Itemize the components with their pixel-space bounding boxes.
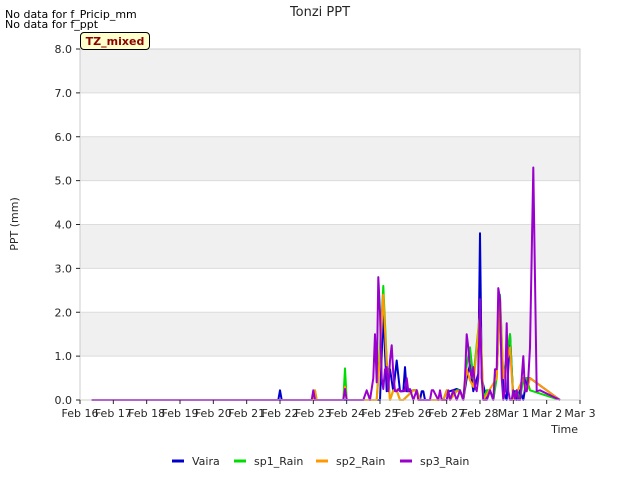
x-tick-label: Feb 21 bbox=[228, 407, 265, 420]
x-tick-label: Feb 23 bbox=[295, 407, 332, 420]
plot-band bbox=[80, 180, 580, 225]
chart-canvas: 0.01.02.03.04.05.06.07.08.0Feb 16Feb 17F… bbox=[8, 5, 596, 468]
x-tick-label: Feb 20 bbox=[195, 407, 232, 420]
legend-label: sp1_Rain bbox=[254, 455, 303, 468]
x-tick-label: Feb 27 bbox=[428, 407, 465, 420]
x-tick-label: Feb 18 bbox=[128, 407, 165, 420]
timezone-badge: TZ_mixed bbox=[80, 32, 150, 50]
x-tick-label: Feb 19 bbox=[162, 407, 199, 420]
plot-band bbox=[80, 224, 580, 269]
plot-band bbox=[80, 312, 580, 357]
y-tick-label: 7.0 bbox=[55, 87, 73, 100]
y-tick-label: 3.0 bbox=[55, 262, 73, 275]
x-tick-label: Feb 25 bbox=[362, 407, 399, 420]
x-tick-label: Feb 17 bbox=[95, 407, 132, 420]
x-tick-label: Feb 24 bbox=[328, 407, 365, 420]
y-tick-label: 8.0 bbox=[55, 43, 73, 56]
y-tick-label: 0.0 bbox=[55, 394, 73, 407]
y-axis-label: PPT (mm) bbox=[8, 197, 21, 251]
y-tick-label: 1.0 bbox=[55, 350, 73, 363]
plot-band bbox=[80, 92, 580, 137]
y-tick-label: 4.0 bbox=[55, 219, 73, 232]
x-tick-label: Mar 2 bbox=[531, 407, 562, 420]
y-tick-label: 2.0 bbox=[55, 306, 73, 319]
x-tick-label: Feb 22 bbox=[262, 407, 299, 420]
x-tick-label: Mar 3 bbox=[564, 407, 595, 420]
legend-label: sp3_Rain bbox=[420, 455, 469, 468]
y-tick-label: 5.0 bbox=[55, 175, 73, 188]
chart-title: Tonzi PPT bbox=[289, 5, 350, 20]
plot-band bbox=[80, 268, 580, 313]
legend-label: sp2_Rain bbox=[336, 455, 385, 468]
plot-band bbox=[80, 49, 580, 93]
y-tick-label: 6.0 bbox=[55, 131, 73, 144]
no-data-note-2: No data for f_ppt bbox=[5, 18, 99, 31]
x-tick-label: Feb 26 bbox=[395, 407, 432, 420]
legend-label: Vaira bbox=[192, 455, 220, 468]
plot-band bbox=[80, 136, 580, 181]
x-tick-label: Feb 16 bbox=[62, 407, 99, 420]
x-tick-label: Mar 1 bbox=[498, 407, 529, 420]
x-tick-label: Feb 28 bbox=[462, 407, 499, 420]
x-axis-label: Time bbox=[550, 423, 578, 436]
legend: Vaira sp1_Rain sp2_Rain sp3_Rain bbox=[172, 455, 469, 468]
